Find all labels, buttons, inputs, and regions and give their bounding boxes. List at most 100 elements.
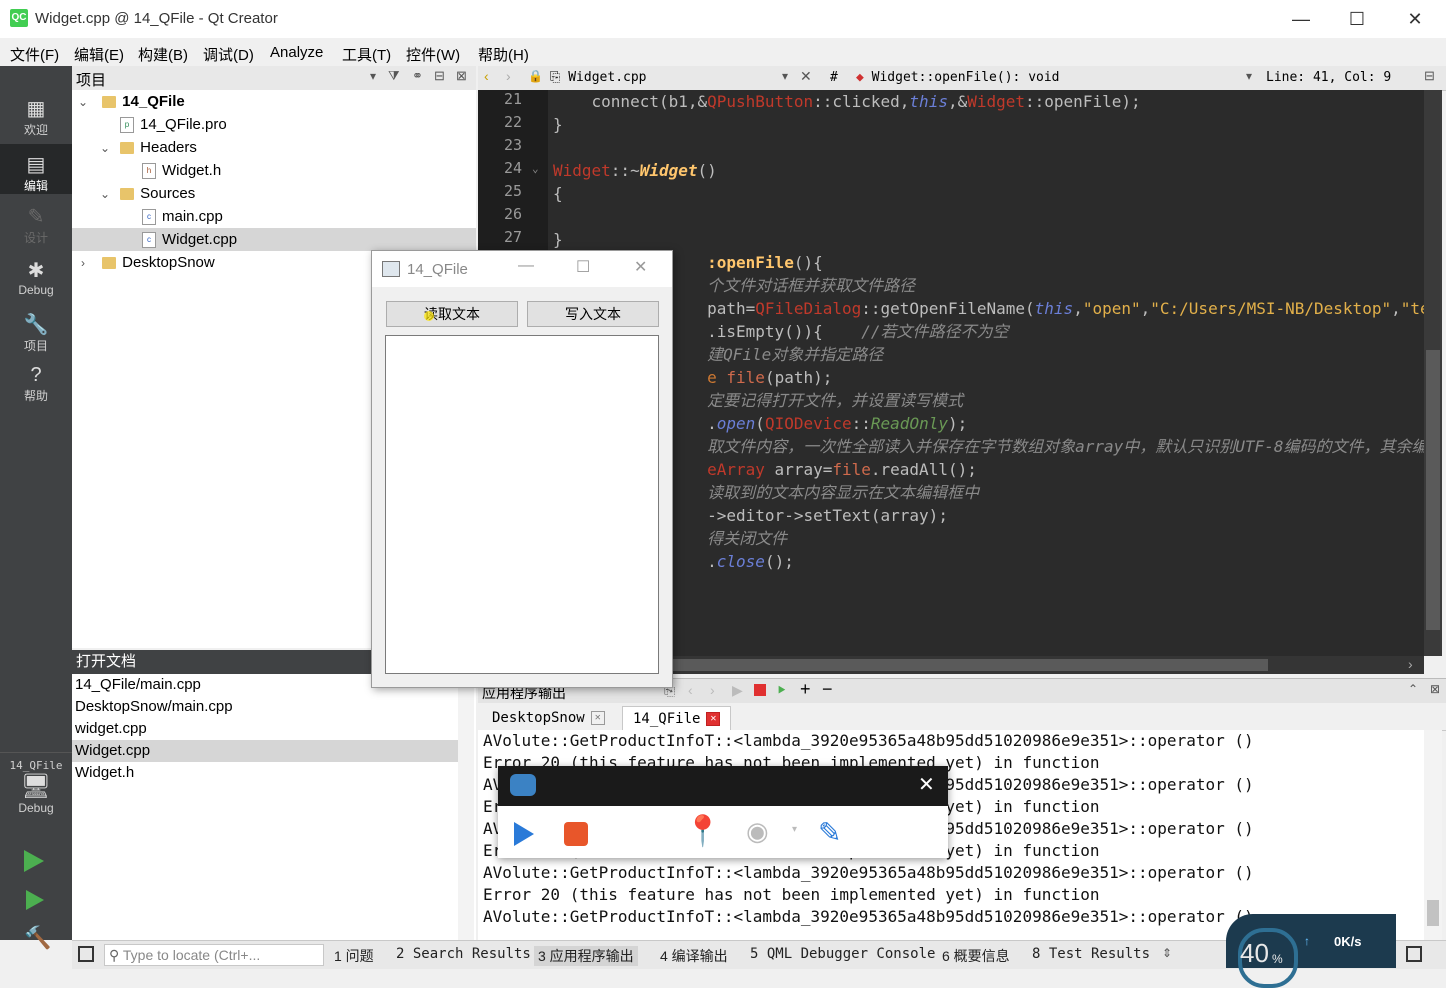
- run-icon[interactable]: [24, 850, 44, 872]
- close-pane-icon[interactable]: ⊠: [456, 68, 467, 84]
- filter-icon[interactable]: ⧩: [388, 68, 400, 84]
- chevron-down-icon[interactable]: ⌄: [76, 91, 90, 114]
- menu-tools[interactable]: 工具(T): [342, 44, 391, 65]
- hammer-icon[interactable]: 🔨: [24, 925, 51, 951]
- menu-edit[interactable]: 编辑(E): [74, 44, 124, 65]
- status-tab-issues[interactable]: 1 问题: [334, 946, 374, 966]
- mode-design[interactable]: ✎ 设计: [0, 204, 72, 250]
- tree-item-project-root[interactable]: ⌄ 14_QFile: [72, 90, 476, 113]
- close-icon[interactable]: ✕: [590, 711, 605, 725]
- maximize-button[interactable]: ☐: [1332, 0, 1382, 38]
- output-scrollbar[interactable]: [1424, 730, 1442, 940]
- network-speed-widget[interactable]: 40 % ↑ 0K/s: [1226, 914, 1396, 988]
- status-tab-general-messages[interactable]: 6 概要信息: [942, 946, 1010, 966]
- header-file-icon: h: [142, 163, 156, 180]
- mode-projects[interactable]: 🔧 项目: [0, 312, 72, 358]
- maximize-pane-icon[interactable]: ⌃: [1408, 682, 1418, 696]
- scrollbar-thumb[interactable]: [1426, 350, 1440, 630]
- close-button[interactable]: ✕: [1390, 0, 1440, 38]
- pin-icon[interactable]: 📍: [684, 814, 721, 849]
- editor-horizontal-scrollbar[interactable]: ›: [548, 656, 1424, 674]
- maximize-button[interactable]: ☐: [576, 257, 590, 277]
- stop-icon[interactable]: [754, 684, 766, 696]
- chevron-down-icon[interactable]: ▾: [792, 824, 797, 835]
- locator-input[interactable]: ⚲ Type to locate (Ctrl+...: [104, 944, 324, 966]
- zoom-out-icon[interactable]: −: [822, 679, 833, 700]
- stop-recording-icon[interactable]: [564, 822, 588, 846]
- close-document-icon[interactable]: ✕: [800, 68, 812, 85]
- file-combo[interactable]: ⎘ Widget.cpp: [550, 70, 647, 85]
- chevron-down-icon[interactable]: ⌄: [98, 183, 112, 206]
- status-tab-test-results[interactable]: 8 Test Results: [1032, 946, 1150, 962]
- split-icon[interactable]: ⊟: [1424, 68, 1435, 84]
- back-arrow-icon[interactable]: ‹: [688, 682, 693, 698]
- menu-file[interactable]: 文件(F): [10, 44, 59, 65]
- text-editor[interactable]: [385, 335, 659, 674]
- attach-debugger-icon[interactable]: ⯈: [776, 682, 787, 699]
- code-editor[interactable]: connect(b1,&QPushButton::clicked,this,&W…: [548, 90, 1424, 656]
- editor-vertical-scrollbar[interactable]: [1424, 90, 1442, 656]
- tree-item-headers[interactable]: ⌄ Headers: [72, 136, 476, 159]
- tree-item-header-file[interactable]: h Widget.h: [72, 159, 546, 182]
- play-icon[interactable]: [514, 822, 534, 846]
- chevron-updown-icon[interactable]: ⇕: [1162, 946, 1172, 960]
- webcam-icon[interactable]: ◉: [746, 816, 769, 847]
- status-tab-application-output[interactable]: 3 应用程序输出: [534, 946, 638, 966]
- close-icon[interactable]: ✕: [918, 772, 935, 797]
- scrollbar-thumb[interactable]: [1427, 900, 1439, 926]
- read-text-button[interactable]: 读取文本: [386, 301, 518, 327]
- menu-help[interactable]: 帮助(H): [478, 44, 529, 65]
- open-document-item[interactable]: Widget.h: [72, 762, 459, 784]
- toggle-sidebar-icon[interactable]: [78, 946, 94, 962]
- zoom-in-icon[interactable]: +: [800, 679, 811, 700]
- chevron-right-icon[interactable]: ›: [1408, 656, 1413, 672]
- back-arrow-icon[interactable]: ‹: [484, 68, 489, 84]
- mode-edit[interactable]: ▤ 编辑: [0, 144, 72, 194]
- split-icon[interactable]: ⊟: [434, 68, 445, 84]
- chevron-down-icon[interactable]: ▾: [782, 69, 788, 83]
- close-pane-icon[interactable]: ⊠: [1430, 682, 1440, 696]
- run-icon[interactable]: ▶: [732, 682, 743, 699]
- status-tab-qml-debugger-console[interactable]: 5 QML Debugger Console: [750, 946, 935, 962]
- output-tab-desktopsnow[interactable]: DesktopSnow ✕: [482, 706, 615, 730]
- forward-arrow-icon[interactable]: ›: [710, 682, 715, 698]
- tree-item-main-cpp[interactable]: c main.cpp: [72, 205, 546, 228]
- kit-selector[interactable]: 14_QFile 🖥 Debug: [0, 752, 72, 837]
- chevron-right-icon[interactable]: ›: [76, 252, 90, 275]
- mode-welcome[interactable]: ▦ 欢迎: [0, 96, 72, 142]
- minimize-button[interactable]: —: [1276, 0, 1326, 38]
- open-document-item[interactable]: DesktopSnow/main.cpp: [72, 696, 459, 718]
- link-icon[interactable]: ⚭: [412, 68, 423, 84]
- pencil-icon[interactable]: ✎: [818, 816, 841, 849]
- forward-arrow-icon[interactable]: ›: [506, 68, 511, 84]
- toggle-right-pane-icon[interactable]: [1406, 946, 1422, 962]
- menu-debug[interactable]: 调试(D): [203, 44, 254, 65]
- write-text-button[interactable]: 写入文本: [527, 301, 659, 327]
- fold-marker-icon[interactable]: ⌄: [532, 162, 539, 175]
- symbol-combo[interactable]: ◆ Widget::openFile(): void: [856, 70, 1060, 85]
- chevron-down-icon[interactable]: ▾: [1246, 69, 1252, 83]
- mode-debug[interactable]: ✱ Debug: [0, 258, 72, 304]
- close-icon[interactable]: ✕: [706, 712, 721, 726]
- screen-recorder-toolbar: ✕ 📍 ◉ ▾ ✎: [498, 766, 948, 858]
- chevron-down-icon[interactable]: ▾: [370, 69, 376, 83]
- debug-run-icon[interactable]: [26, 890, 44, 910]
- open-documents-scrollbar[interactable]: [458, 674, 474, 940]
- chevron-down-icon[interactable]: ⌄: [98, 137, 112, 160]
- line-number: 23: [503, 136, 522, 154]
- status-tab-search-results[interactable]: 2 Search Results: [396, 946, 531, 962]
- open-document-item[interactable]: Widget.cpp: [72, 740, 459, 762]
- minimize-button[interactable]: —: [518, 257, 534, 275]
- scrollbar-thumb[interactable]: [668, 659, 1268, 671]
- tree-item-pro-file[interactable]: p 14_QFile.pro: [72, 113, 524, 136]
- menu-build[interactable]: 构建(B): [138, 44, 188, 65]
- tree-item-sources[interactable]: ⌄ Sources: [72, 182, 476, 205]
- mode-help[interactable]: ? 帮助: [0, 364, 72, 410]
- menu-analyze[interactable]: Analyze: [270, 44, 323, 61]
- open-document-item[interactable]: widget.cpp: [72, 718, 459, 740]
- tree-item-widget-cpp[interactable]: c Widget.cpp: [72, 228, 476, 251]
- close-button[interactable]: ✕: [634, 257, 647, 277]
- status-tab-compile-output[interactable]: 4 编译输出: [660, 946, 728, 966]
- menu-widgets[interactable]: 控件(W): [406, 44, 460, 65]
- output-tab-14qfile[interactable]: 14_QFile ✕: [622, 706, 732, 731]
